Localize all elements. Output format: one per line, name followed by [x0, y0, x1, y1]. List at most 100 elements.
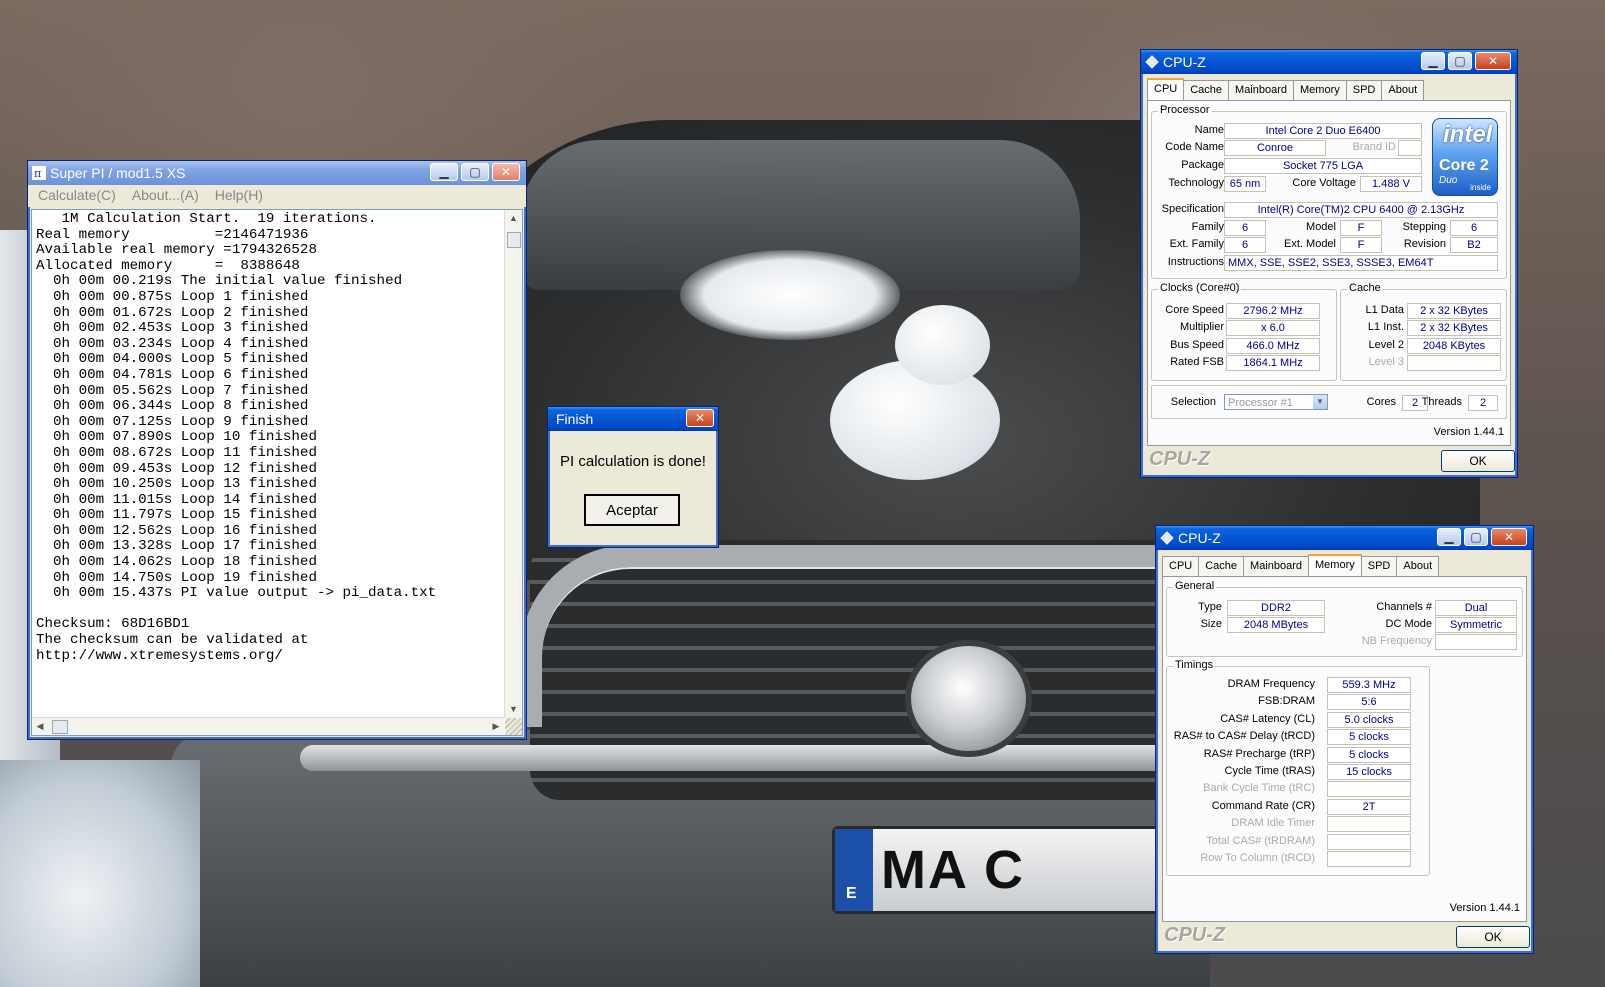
- log-line: Real memory =2146471936: [36, 226, 309, 243]
- processor-select[interactable]: Processor #1 ▼: [1224, 394, 1328, 410]
- cpuz-footer-logo: CPU-Z: [1149, 448, 1211, 470]
- plate-country: E: [846, 885, 857, 902]
- general-group: General Type DDR2 Size 2048 MBytes Chann…: [1166, 580, 1523, 657]
- size-label: Size: [1200, 618, 1222, 630]
- threads-value: 2: [1468, 395, 1498, 411]
- specification-label: Specification: [1161, 203, 1224, 215]
- timing-value: 5:6: [1327, 694, 1411, 711]
- resize-grip-icon[interactable]: [505, 718, 522, 735]
- ratedfsb-label: Rated FSB: [1170, 356, 1224, 368]
- log-line: Allocated memory = 8388648: [36, 257, 300, 274]
- tab-memory[interactable]: Memory: [1308, 554, 1362, 577]
- svg-text:π: π: [34, 167, 41, 180]
- finish-title: Finish: [556, 411, 594, 427]
- cpuz-cpu-window[interactable]: CPU-Z ▁ ▢ ✕ CPU Cache Mainboard Memory S…: [1140, 49, 1518, 478]
- package-label: Package: [1181, 159, 1224, 171]
- menu-help[interactable]: Help(H): [215, 187, 263, 205]
- scroll-thumb[interactable]: [507, 232, 521, 248]
- maximize-button[interactable]: ▢: [461, 163, 489, 181]
- close-button[interactable]: ✕: [1475, 52, 1511, 70]
- finish-dialog[interactable]: Finish ✕ PI calculation is done! Aceptar: [547, 406, 719, 548]
- ok-button[interactable]: OK: [1456, 926, 1530, 948]
- superpi-output-area[interactable]: 1M Calculation Start. 19 iterations. Real…: [31, 209, 523, 736]
- log-line: Available real memory =1794326528: [36, 242, 317, 259]
- log-line: http://www.xtremesystems.org/: [36, 647, 283, 664]
- vertical-scrollbar[interactable]: ▲ ▼: [504, 210, 522, 718]
- corespeed-value: 2796.2 MHz: [1226, 303, 1320, 319]
- revision-label: Revision: [1403, 238, 1446, 250]
- chevron-down-icon[interactable]: ▼: [1313, 395, 1327, 409]
- maximize-button[interactable]: ▢: [1448, 52, 1472, 70]
- aceptar-button[interactable]: Aceptar: [584, 494, 680, 526]
- processor-group: Processor Name Intel Core 2 Duo E6400 Co…: [1151, 104, 1507, 279]
- processor-group-title: Processor: [1158, 104, 1212, 116]
- tab-cpu[interactable]: CPU: [1147, 78, 1185, 101]
- minimize-button[interactable]: ▁: [1421, 52, 1445, 70]
- superpi-window[interactable]: π Super PI / mod1.5 XS ▁ ▢ ✕ Calculate(C…: [27, 160, 527, 740]
- plate-eu-band: E: [835, 829, 873, 911]
- hood-snow: [680, 250, 900, 340]
- scroll-down-icon[interactable]: ▼: [505, 701, 522, 718]
- timings-group: Timings DRAM Frequency 559.3 MHz FSB:DRAM 5…: [1166, 659, 1430, 876]
- log-line: 1M Calculation Start. 19 iterations.: [36, 212, 377, 227]
- cpuz-mem-titlebar[interactable]: CPU-Z ▁ ▢ ✕: [1156, 526, 1533, 550]
- nbfreq-value: [1435, 634, 1517, 650]
- log-line: 0h 00m 10.250s Loop 13 finished: [36, 476, 317, 493]
- cpuz-titlebar[interactable]: CPU-Z ▁ ▢ ✕: [1141, 50, 1517, 74]
- size-value: 2048 MBytes: [1227, 617, 1325, 633]
- multiplier-label: Multiplier: [1179, 321, 1224, 333]
- timing-label: FSB:DRAM: [1258, 695, 1315, 708]
- superpi-titlebar[interactable]: π Super PI / mod1.5 XS ▁ ▢ ✕: [28, 161, 526, 185]
- cpuz-tabs: CPU Cache Mainboard Memory SPD About: [1147, 78, 1425, 103]
- l1data-label: L1 Data: [1365, 304, 1404, 316]
- level3-value: [1407, 355, 1501, 371]
- timing-label: Row To Column (tRCD): [1200, 852, 1315, 864]
- timing-value: 2T: [1327, 798, 1411, 815]
- hscroll-thumb[interactable]: [52, 720, 68, 734]
- car-bullbar-bar: [300, 745, 1230, 771]
- technology-label: Technology: [1168, 177, 1224, 189]
- instructions-value: MMX, SSE, SSE2, SSE3, SSSE3, EM64T: [1224, 255, 1498, 271]
- cpuz-version: Version 1.44.1: [1433, 426, 1504, 438]
- horizontal-scrollbar[interactable]: ◀ ▶: [32, 717, 504, 735]
- log-line: 0h 00m 01.672s Loop 2 finished: [36, 304, 309, 321]
- finish-message: PI calculation is done!: [560, 453, 706, 470]
- menu-about[interactable]: About...(A): [132, 187, 199, 205]
- codename-label: Code Name: [1165, 141, 1224, 153]
- scroll-up-icon[interactable]: ▲: [505, 210, 522, 227]
- superpi-title: Super PI / mod1.5 XS: [50, 165, 186, 181]
- log-line: 0h 00m 11.797s Loop 15 finished: [36, 507, 317, 524]
- general-group-title: General: [1173, 580, 1217, 592]
- clocks-group-title: Clocks (Core#0): [1158, 282, 1242, 294]
- nbfreq-label: NB Frequency: [1361, 635, 1432, 647]
- scroll-left-icon[interactable]: ◀: [32, 718, 48, 735]
- scroll-right-icon[interactable]: ▶: [488, 718, 504, 735]
- timing-value: [1327, 781, 1411, 798]
- minimize-button[interactable]: ▁: [1437, 528, 1461, 546]
- close-button[interactable]: ✕: [492, 163, 520, 181]
- cache-group-title: Cache: [1347, 282, 1383, 294]
- maximize-button[interactable]: ▢: [1464, 528, 1488, 546]
- stepping-value: 6: [1450, 220, 1498, 236]
- cpuz-memory-window[interactable]: CPU-Z ▁ ▢ ✕ CPU Cache Mainboard Memory S…: [1155, 525, 1534, 954]
- timing-label: CAS# Latency (CL): [1220, 712, 1315, 725]
- multiplier-value: x 6.0: [1226, 320, 1320, 336]
- busspeed-label: Bus Speed: [1170, 339, 1224, 351]
- car-fog-lamp: [905, 640, 1032, 757]
- close-button[interactable]: ✕: [686, 409, 714, 427]
- menu-calculate[interactable]: Calculate(C): [38, 187, 116, 205]
- timing-value: [1327, 833, 1411, 850]
- timing-label: DRAM Frequency: [1227, 678, 1315, 690]
- ok-button[interactable]: OK: [1441, 450, 1515, 472]
- l1data-value: 2 x 32 KBytes: [1407, 303, 1501, 319]
- close-button[interactable]: ✕: [1491, 528, 1527, 546]
- minimize-button[interactable]: ▁: [430, 163, 458, 181]
- log-line: 0h 00m 02.453s Loop 3 finished: [36, 320, 309, 337]
- finish-titlebar[interactable]: Finish ✕: [548, 407, 718, 431]
- level3-label: Level 3: [1368, 356, 1404, 368]
- family-label: Family: [1191, 221, 1224, 233]
- log-line: 0h 00m 06.344s Loop 8 finished: [36, 398, 309, 415]
- type-label: Type: [1198, 601, 1222, 613]
- timing-label: Command Rate (CR): [1211, 799, 1315, 812]
